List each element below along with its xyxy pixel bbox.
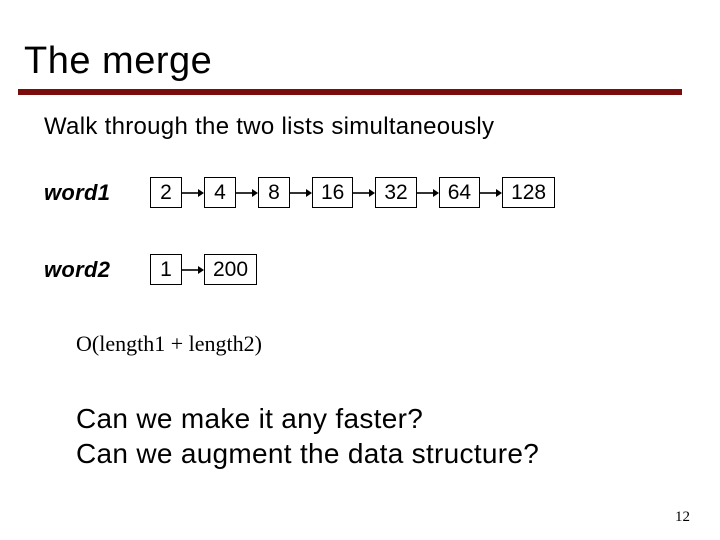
node: 1 [150, 254, 182, 285]
arrow-icon [417, 192, 439, 194]
node: 8 [258, 177, 290, 208]
questions-block: Can we make it any faster? Can we augmen… [76, 401, 720, 471]
question-line-1: Can we make it any faster? [76, 401, 720, 436]
title-block: The merge [0, 0, 720, 83]
node: 200 [204, 254, 257, 285]
arrow-icon [182, 192, 204, 194]
arrow-icon [480, 192, 502, 194]
chain-word1: 2 4 8 16 32 64 128 [150, 177, 555, 208]
subtitle: Walk through the two lists simultaneousl… [44, 113, 720, 141]
title-rule [18, 89, 682, 95]
node: 16 [312, 177, 353, 208]
arrow-icon [353, 192, 375, 194]
arrow-icon [182, 269, 204, 271]
row-word2: word2 1 200 [44, 254, 720, 285]
node: 128 [502, 177, 555, 208]
chain-word2: 1 200 [150, 254, 257, 285]
node: 2 [150, 177, 182, 208]
arrow-icon [236, 192, 258, 194]
linked-lists: word1 2 4 8 16 32 64 128 word2 1 [44, 177, 720, 285]
complexity-text: O(length1 + length2) [76, 331, 720, 357]
node: 4 [204, 177, 236, 208]
node: 64 [439, 177, 480, 208]
page-number: 12 [675, 509, 690, 526]
slide-title: The merge [24, 40, 720, 83]
label-word1: word1 [44, 180, 150, 206]
node: 32 [375, 177, 416, 208]
arrow-icon [290, 192, 312, 194]
question-line-2: Can we augment the data structure? [76, 436, 720, 471]
label-word2: word2 [44, 257, 150, 283]
row-word1: word1 2 4 8 16 32 64 128 [44, 177, 720, 208]
slide: The merge Walk through the two lists sim… [0, 0, 720, 540]
